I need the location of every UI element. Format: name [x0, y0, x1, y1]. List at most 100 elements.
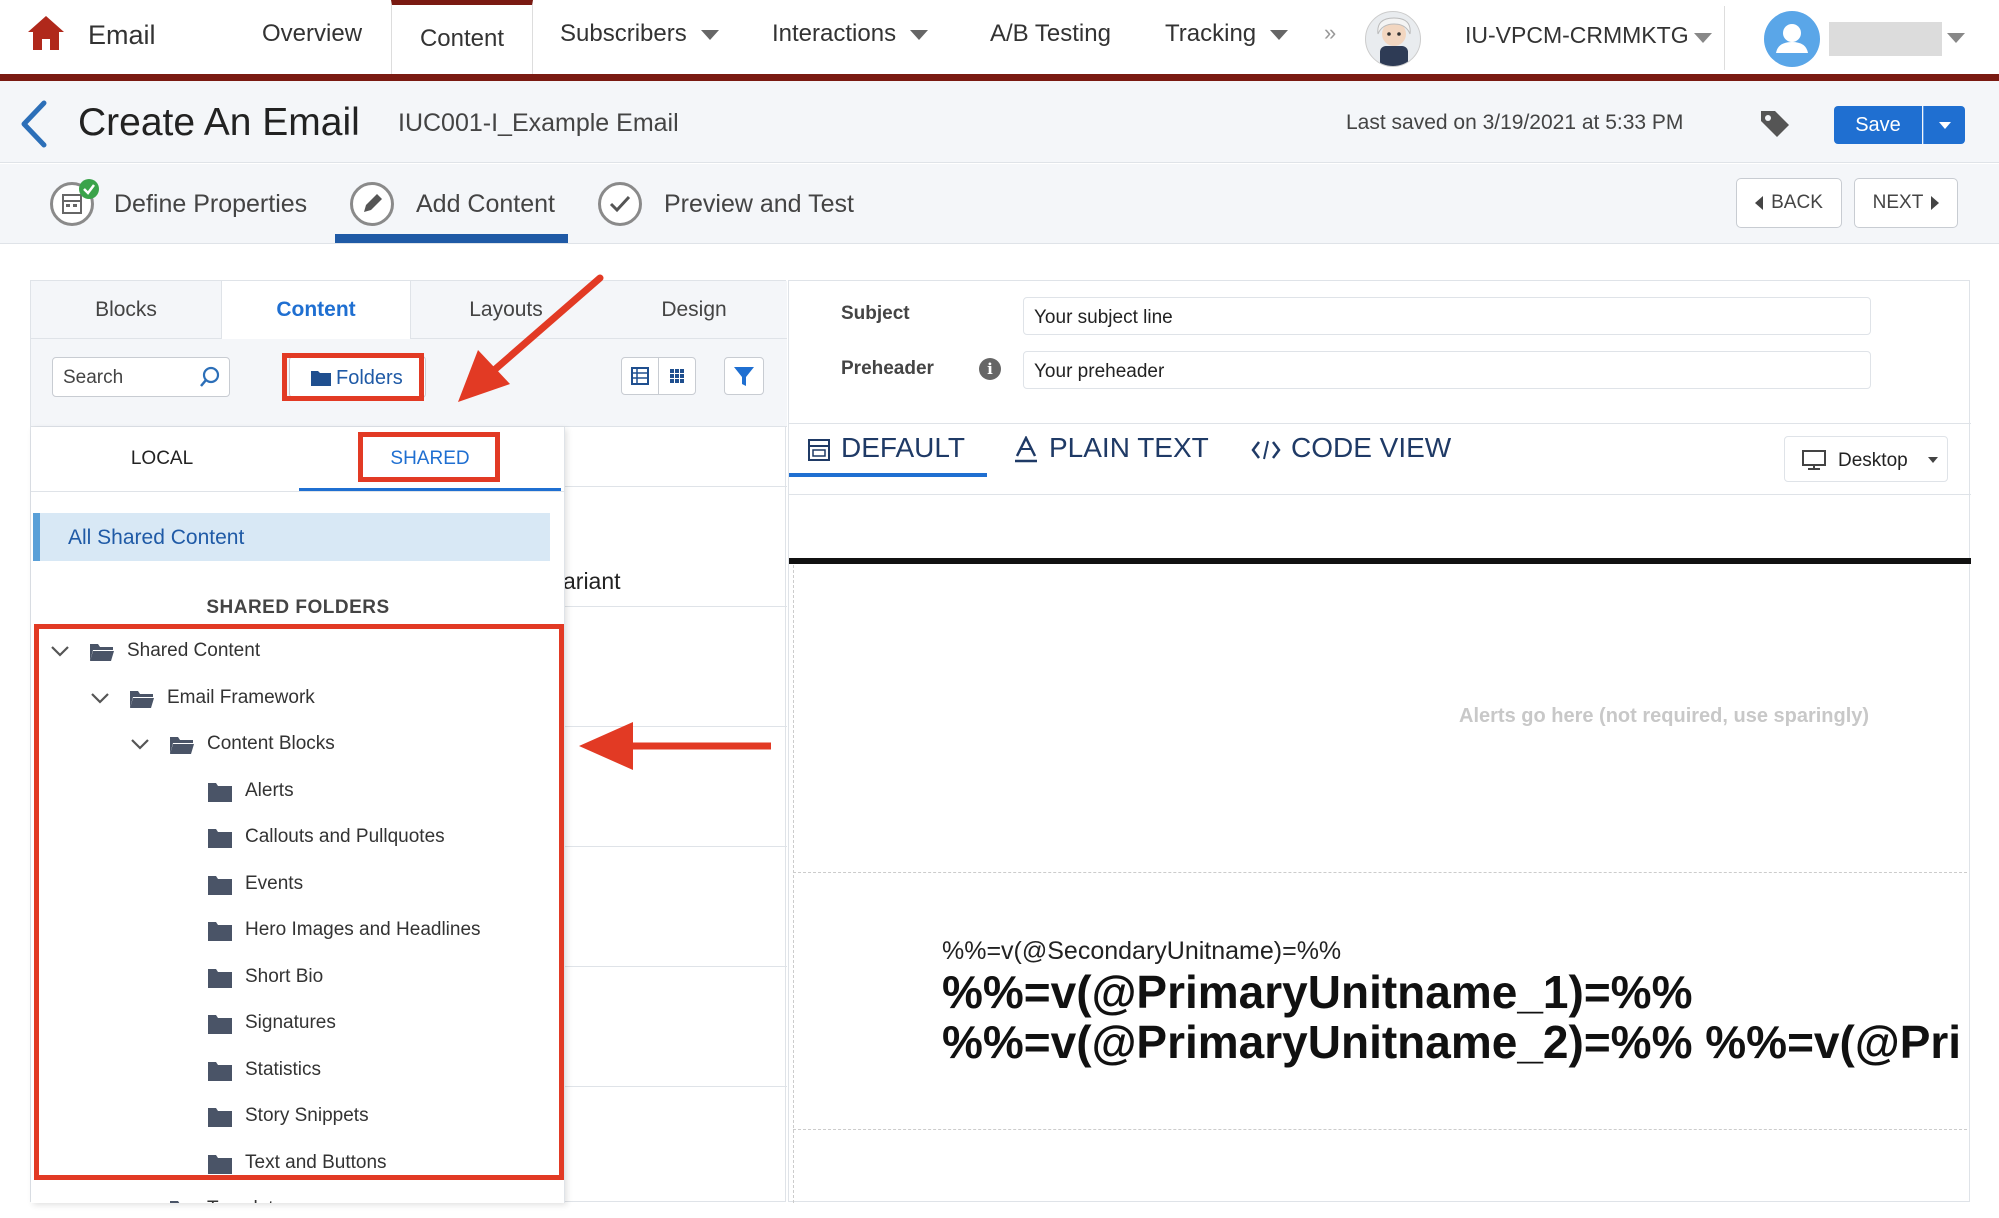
user-icon: [1776, 24, 1808, 53]
nav-tab-ab-testing[interactable]: A/B Testing: [990, 20, 1111, 48]
tab-plain-text-view[interactable]: PLAIN TEXT: [1013, 432, 1209, 482]
active-view-indicator: [789, 473, 987, 477]
step-circle: [598, 182, 642, 226]
header-content-block[interactable]: %%=v(@SecondaryUnitname)=%% %%=v(@Primar…: [789, 841, 1966, 1141]
tab-default-label: DEFAULT: [841, 432, 965, 463]
folder-icon: [170, 1201, 180, 1203]
chevron-down-icon: [910, 29, 929, 40]
tab-local[interactable]: LOCAL: [31, 427, 293, 491]
next-label: NEXT: [1872, 192, 1924, 213]
primary-unit-line-2: %%=v(@PrimaryUnitname_2)=%% %%=v(@Pri: [942, 1016, 1962, 1068]
chevron-down-icon: [700, 29, 719, 40]
caret-left-icon: [1755, 195, 1764, 210]
check-icon: [609, 195, 631, 213]
nav-tab-content[interactable]: Content: [391, 0, 533, 76]
alerts-placeholder[interactable]: Alerts go here (not required, use sparin…: [1459, 705, 1869, 728]
highlight-box-shared: [358, 432, 500, 482]
user-name-redacted[interactable]: [1829, 22, 1942, 56]
chevron-down-icon[interactable]: [1947, 33, 1965, 43]
nav-tab-subscribers[interactable]: Subscribers: [560, 20, 719, 48]
tab-code-view[interactable]: CODE VIEW: [1251, 432, 1451, 482]
business-unit-name[interactable]: IU-VPCM-CRMMKTG: [1465, 22, 1689, 49]
grid-view-icon: [670, 369, 684, 383]
list-item[interactable]: [565, 607, 787, 727]
info-icon[interactable]: i: [979, 358, 1001, 380]
save-dropdown-button[interactable]: [1923, 106, 1965, 144]
subject-label: Subject: [841, 303, 910, 324]
step-label: Add Content: [416, 190, 555, 218]
divider: [31, 491, 564, 492]
chevron-down-icon[interactable]: [1694, 33, 1712, 43]
tab-code-view-label: CODE VIEW: [1291, 432, 1452, 463]
annotation-arrow-icon: [458, 274, 604, 402]
list-item[interactable]: [565, 427, 787, 487]
page-title: Create An Email: [78, 101, 360, 144]
nav-divider: [1724, 6, 1725, 70]
next-button[interactable]: NEXT: [1854, 178, 1958, 228]
preheader-label: Preheader: [841, 358, 934, 379]
save-button[interactable]: Save: [1834, 106, 1922, 144]
list-item[interactable]: [565, 1087, 787, 1203]
list-item-title: ariant: [563, 568, 621, 594]
annotation-arrow-icon: [579, 722, 771, 770]
nav-tab-overview[interactable]: Overview: [262, 20, 362, 48]
nav-tab-interactions[interactable]: Interactions: [772, 20, 929, 48]
step-label: Define Properties: [114, 190, 308, 218]
more-tabs-icon[interactable]: »: [1324, 20, 1336, 46]
folder-tree-item[interactable]: Template: [31, 1193, 564, 1203]
list-item[interactable]: [565, 847, 787, 967]
search-placeholder: Search: [63, 367, 124, 388]
einstein-avatar-icon[interactable]: [1365, 11, 1421, 67]
all-shared-content-label: All Shared Content: [68, 526, 245, 549]
home-icon[interactable]: [26, 14, 66, 52]
email-editor: Subject Your subject line Preheader i Yo…: [788, 280, 1971, 1203]
back-button[interactable]: BACK: [1736, 178, 1842, 228]
email-name: IUC001-I_Example Email: [398, 109, 679, 137]
code-icon: [1251, 440, 1281, 459]
app-name[interactable]: Email: [88, 20, 156, 51]
preheader-value: Your preheader: [1034, 361, 1165, 382]
last-saved-text: Last saved on 3/19/2021 at 5:33 PM: [1346, 111, 1684, 134]
wizard-steps: Define Properties Add Content Preview an…: [0, 164, 1999, 244]
top-navigation: Email Overview Content Subscribers Inter…: [0, 0, 1999, 76]
user-avatar[interactable]: [1764, 11, 1820, 67]
panel-tabs: Blocks Content Layouts Design: [31, 281, 787, 340]
all-shared-content-item[interactable]: All Shared Content: [33, 513, 550, 561]
folder-tree-label: Template: [207, 1198, 284, 1203]
search-input[interactable]: Search: [52, 357, 230, 397]
filter-button[interactable]: [724, 357, 764, 395]
shared-folders-heading: SHARED FOLDERS: [206, 597, 390, 618]
list-view-icon: [631, 367, 649, 385]
primary-unit-line-1: %%=v(@PrimaryUnitname_1)=%%: [942, 966, 1693, 1018]
tab-content[interactable]: Content: [221, 281, 411, 340]
text-format-icon: [1015, 435, 1037, 462]
grid-view-button[interactable]: [658, 357, 696, 395]
list-view-button[interactable]: [621, 357, 659, 395]
back-label: BACK: [1771, 192, 1823, 213]
caret-right-icon: [1931, 195, 1940, 210]
preheader-input[interactable]: Your preheader: [1023, 351, 1871, 389]
step-label: Preview and Test: [664, 190, 854, 218]
nav-tab-tracking[interactable]: Tracking: [1165, 20, 1289, 48]
search-icon[interactable]: [197, 364, 223, 390]
highlight-box-folder-tree: [34, 624, 564, 1180]
subject-input[interactable]: Your subject line: [1023, 297, 1871, 335]
template-header-rule: [789, 558, 1971, 564]
device-selector[interactable]: Desktop: [1784, 436, 1948, 482]
list-item[interactable]: [565, 967, 787, 1087]
step-circle: [350, 182, 394, 226]
back-arrow-icon[interactable]: [16, 99, 52, 149]
tag-icon[interactable]: [1757, 107, 1793, 141]
device-label: Desktop: [1838, 450, 1908, 471]
tab-plain-text-label: PLAIN TEXT: [1049, 432, 1209, 463]
subject-value: Your subject line: [1034, 307, 1173, 328]
checkmark-badge-icon: [79, 179, 99, 199]
filter-icon: [734, 367, 754, 386]
layout-icon: [808, 438, 830, 461]
highlight-box-folders: [282, 353, 424, 401]
desktop-icon: [1802, 450, 1826, 470]
nav-accent-bar: [0, 74, 1999, 81]
tab-blocks[interactable]: Blocks: [31, 281, 221, 339]
secondary-unit-text: %%=v(@SecondaryUnitname)=%%: [942, 937, 1342, 965]
tab-design[interactable]: Design: [601, 281, 787, 339]
